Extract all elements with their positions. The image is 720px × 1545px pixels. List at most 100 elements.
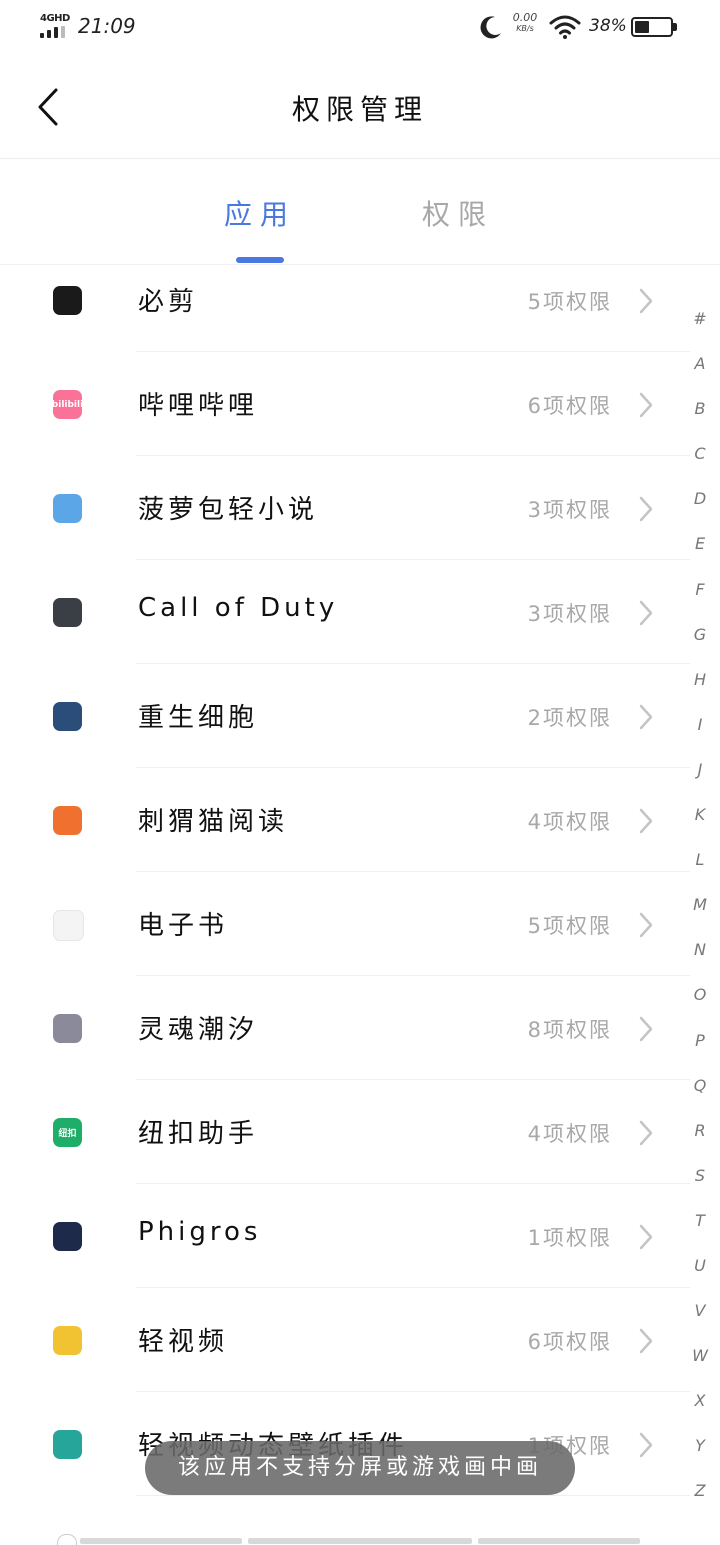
chevron-right-icon (639, 1120, 653, 1146)
speed-unit: KB/s (516, 24, 534, 33)
network-speed: 0.00 KB/s (508, 11, 542, 34)
app-name: 纽扣助手 (138, 1119, 259, 1149)
index-letter[interactable]: K (686, 792, 714, 837)
app-name: Phigros (138, 1217, 262, 1247)
chevron-right-icon (639, 600, 653, 626)
chevron-right-icon (639, 288, 653, 314)
index-letter[interactable]: B (686, 386, 714, 431)
app-row[interactable]: 灵魂潮汐 8项权限 (0, 976, 690, 1080)
index-letter[interactable]: Z (686, 1468, 714, 1513)
index-letter[interactable]: X (686, 1378, 714, 1423)
permission-count: 5项权限 (527, 290, 612, 314)
row-divider (136, 1495, 690, 1496)
app-row[interactable]: 菠萝包轻小说 3项权限 (0, 456, 690, 560)
status-bar: 4GHD 21:09 0.00 KB/s 38% (0, 0, 720, 56)
network-type: 4GHD (40, 13, 70, 24)
permission-count: 8项权限 (527, 1018, 612, 1042)
index-letter[interactable]: J (686, 747, 714, 792)
signal-icon (40, 26, 70, 38)
permission-count: 6项权限 (527, 1330, 612, 1354)
index-letter[interactable]: T (686, 1198, 714, 1243)
index-letter[interactable]: W (686, 1333, 714, 1378)
sfacg-app-icon (53, 494, 82, 523)
app-name: 灵魂潮汐 (138, 1015, 259, 1045)
ebook-app-icon (53, 910, 84, 941)
permission-count: 6项权限 (527, 394, 612, 418)
index-letter[interactable]: H (686, 657, 714, 702)
scroll-fade-bar (248, 1538, 472, 1544)
index-letter[interactable]: N (686, 927, 714, 972)
app-row[interactable]: 纽扣 纽扣助手 4项权限 (0, 1080, 690, 1184)
chevron-right-icon (639, 1016, 653, 1042)
index-letter[interactable]: M (686, 882, 714, 927)
scroll-fade-bar (478, 1538, 640, 1544)
permission-count: 3项权限 (527, 498, 612, 522)
index-letter[interactable]: A (686, 341, 714, 386)
chevron-right-icon (639, 1432, 653, 1458)
app-name: 重生细胞 (138, 703, 259, 733)
index-letter[interactable]: C (686, 431, 714, 476)
battery-percent: 38% (589, 16, 627, 36)
index-letter[interactable]: D (686, 476, 714, 521)
ciweimao-app-icon (53, 806, 82, 835)
alphabet-index[interactable]: # A B C D E F G H I J K L M N O P Q R S T U V W X Y Z (686, 296, 714, 1514)
index-letter[interactable]: S (686, 1153, 714, 1198)
index-letter[interactable]: # (686, 296, 714, 341)
app-name: Call of Duty (138, 593, 339, 623)
permission-count: 5项权限 (527, 914, 612, 938)
bijian-app-icon (53, 286, 82, 315)
index-letter[interactable]: E (686, 521, 714, 566)
moon-icon (480, 16, 501, 39)
permission-count: 1项权限 (527, 1226, 612, 1250)
phigros-app-icon (53, 1222, 82, 1251)
partial-app-icon (57, 1534, 77, 1545)
tab-permissions[interactable]: 权限 (398, 193, 518, 233)
call-of-duty-app-icon (53, 598, 82, 627)
permission-count: 4项权限 (527, 810, 612, 834)
app-row[interactable]: 重生细胞 2项权限 (0, 664, 690, 768)
app-row[interactable]: Phigros 1项权限 (0, 1184, 690, 1288)
tab-apps[interactable]: 应用 (200, 193, 320, 233)
soul-tide-app-icon (53, 1014, 82, 1043)
page-title: 权限管理 (291, 93, 428, 126)
bilibili-app-icon: bilibili (53, 390, 82, 419)
app-name: 轻视频 (138, 1327, 229, 1357)
clock: 21:09 (78, 14, 136, 38)
index-letter[interactable]: Q (686, 1063, 714, 1108)
app-name: 必剪 (138, 287, 199, 317)
permission-count: 2项权限 (527, 706, 612, 730)
next-row-peek (0, 1530, 720, 1545)
index-letter[interactable]: Y (686, 1423, 714, 1468)
index-letter[interactable]: F (686, 567, 714, 612)
app-row[interactable]: 轻视频 6项权限 (0, 1288, 690, 1392)
index-letter[interactable]: L (686, 837, 714, 882)
android-app-icon (53, 1430, 82, 1459)
chevron-right-icon (639, 808, 653, 834)
chevron-right-icon (639, 1328, 653, 1354)
app-row[interactable]: Call of Duty 3项权限 (0, 560, 690, 664)
permission-count: 4项权限 (527, 1122, 612, 1146)
index-letter[interactable]: P (686, 1018, 714, 1063)
app-icon-label: bilibili (53, 399, 82, 410)
app-name: 刺猬猫阅读 (138, 807, 289, 837)
index-letter[interactable]: R (686, 1108, 714, 1153)
chevron-right-icon (639, 392, 653, 418)
chevron-right-icon (639, 704, 653, 730)
app-row[interactable]: 必剪 5项权限 (0, 248, 690, 352)
toast-message: 该应用不支持分屏或游戏画中画 (145, 1441, 575, 1495)
scroll-fade-bar (80, 1538, 242, 1544)
app-row[interactable]: bilibili 哔哩哔哩 6项权限 (0, 352, 690, 456)
app-name: 菠萝包轻小说 (138, 495, 319, 525)
index-letter[interactable]: V (686, 1288, 714, 1333)
index-letter[interactable]: I (686, 702, 714, 747)
app-list: 必剪 5项权限 bilibili 哔哩哔哩 6项权限菠萝包轻小说 3项权限 Call of … (0, 248, 690, 1496)
battery-icon (631, 17, 673, 37)
niukou-app-icon: 纽扣 (53, 1118, 82, 1147)
index-letter[interactable]: U (686, 1243, 714, 1288)
speed-value: 0.00 (512, 11, 538, 24)
index-letter[interactable]: O (686, 972, 714, 1017)
index-letter[interactable]: G (686, 612, 714, 657)
app-row[interactable]: 刺猬猫阅读 4项权限 (0, 768, 690, 872)
app-row[interactable]: 电子书 5项权限 (0, 872, 690, 976)
app-icon-label: 纽扣 (58, 1129, 77, 1139)
